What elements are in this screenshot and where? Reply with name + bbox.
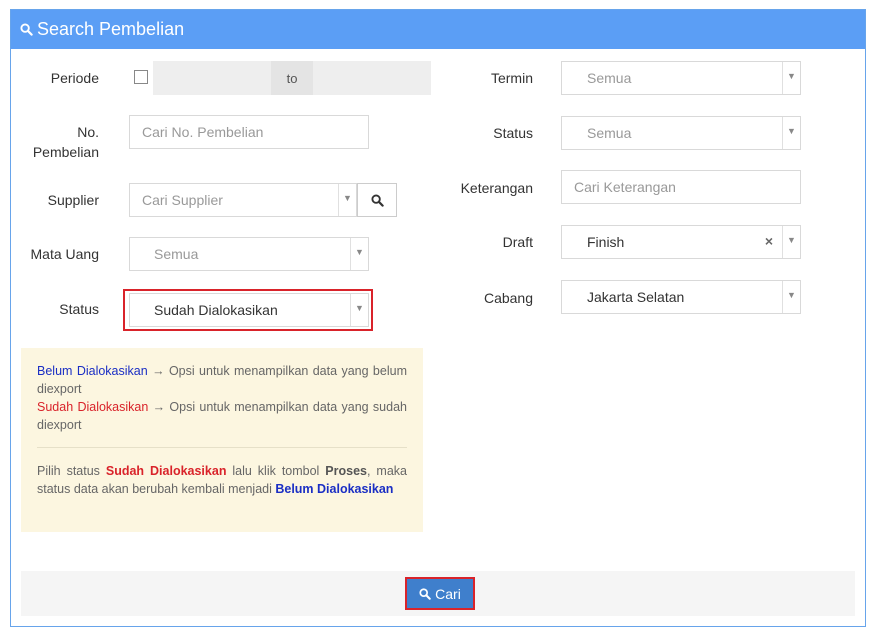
supplier-placeholder: Cari Supplier [142, 192, 223, 208]
keterangan-input[interactable]: Cari Keterangan [561, 170, 801, 204]
status-right-value: Semua [587, 125, 632, 141]
note-p-term-sudah: Sudah Dialokasikan [105, 464, 227, 478]
supplier-select[interactable]: Cari Supplier ▼ [129, 183, 357, 217]
status-label: Status [59, 301, 99, 317]
note-p-mid: lalu klik tombol [226, 464, 326, 478]
draft-select[interactable]: Finish × ▼ [561, 225, 801, 259]
note-term-sudah: Sudah Dialokasikan [37, 400, 149, 414]
cari-label: Cari [435, 585, 461, 602]
mata-uang-value: Semua [154, 246, 199, 262]
termin-select[interactable]: Semua ▼ [561, 61, 801, 95]
periode-to-input[interactable] [313, 61, 431, 95]
status-right-select[interactable]: Semua ▼ [561, 116, 801, 150]
mata-uang-label: Mata Uang [30, 246, 99, 262]
termin-label: Termin [490, 70, 533, 86]
note-divider [37, 447, 407, 448]
cari-button[interactable]: Cari [405, 577, 475, 610]
supplier-label: Supplier [47, 192, 99, 208]
note-p-term-belum: Belum Dialokasikan [275, 482, 394, 496]
note-line-1: Belum Dialokasikan → Opsi untuk menampil… [37, 362, 407, 398]
chevron-down-icon: ▼ [782, 117, 800, 149]
status-select[interactable]: Sudah Dialokasikan ▼ [129, 293, 369, 327]
draft-label: Draft [502, 234, 533, 250]
periode-checkbox[interactable] [134, 70, 148, 84]
supplier-search-button[interactable] [357, 183, 397, 217]
panel-title: Search Pembelian [37, 19, 185, 39]
status-right-label: Status [493, 125, 533, 141]
info-note: Belum Dialokasikan → Opsi untuk menampil… [21, 348, 423, 532]
search-icon [419, 587, 431, 600]
periode-to-label: to [271, 61, 313, 95]
panel-header: Search Pembelian [11, 10, 865, 49]
chevron-down-icon: ▼ [782, 226, 800, 258]
termin-value: Semua [587, 70, 632, 86]
note-p-term-proses: Proses [325, 464, 367, 478]
cabang-select[interactable]: Jakarta Selatan ▼ [561, 280, 801, 314]
no-pembelian-input[interactable]: Cari No. Pembelian [129, 115, 369, 149]
search-icon [20, 23, 33, 36]
chevron-down-icon: ▼ [350, 238, 368, 270]
cabang-value: Jakarta Selatan [587, 289, 685, 305]
periode-range: to [153, 61, 431, 95]
note-paragraph: Pilih status Sudah Dialokasikan lalu kli… [37, 462, 407, 498]
status-value: Sudah Dialokasikan [154, 302, 278, 318]
chevron-down-icon: ▼ [782, 62, 800, 94]
no-pembelian-label-1: No. [77, 124, 99, 140]
periode-from-input[interactable] [153, 61, 271, 95]
chevron-down-icon: ▼ [338, 184, 356, 216]
cabang-label: Cabang [483, 290, 533, 306]
draft-value: Finish [587, 234, 625, 250]
chevron-down-icon: ▼ [782, 281, 800, 313]
chevron-down-icon: ▼ [350, 294, 368, 326]
periode-label: Periode [50, 70, 99, 86]
mata-uang-select[interactable]: Semua ▼ [129, 237, 369, 271]
clear-icon[interactable]: × [765, 233, 773, 249]
note-line-2: Sudah Dialokasikan → Opsi untuk menampil… [37, 398, 407, 434]
note-p-start: Pilih status [37, 464, 106, 478]
keterangan-label: Keterangan [460, 180, 533, 196]
search-panel: Search Pembelian Periode to No. Pembelia… [10, 9, 866, 627]
search-icon [370, 193, 384, 207]
note-term-belum: Belum Dialokasikan [37, 364, 148, 378]
no-pembelian-label-2: Pembelian [32, 144, 99, 160]
